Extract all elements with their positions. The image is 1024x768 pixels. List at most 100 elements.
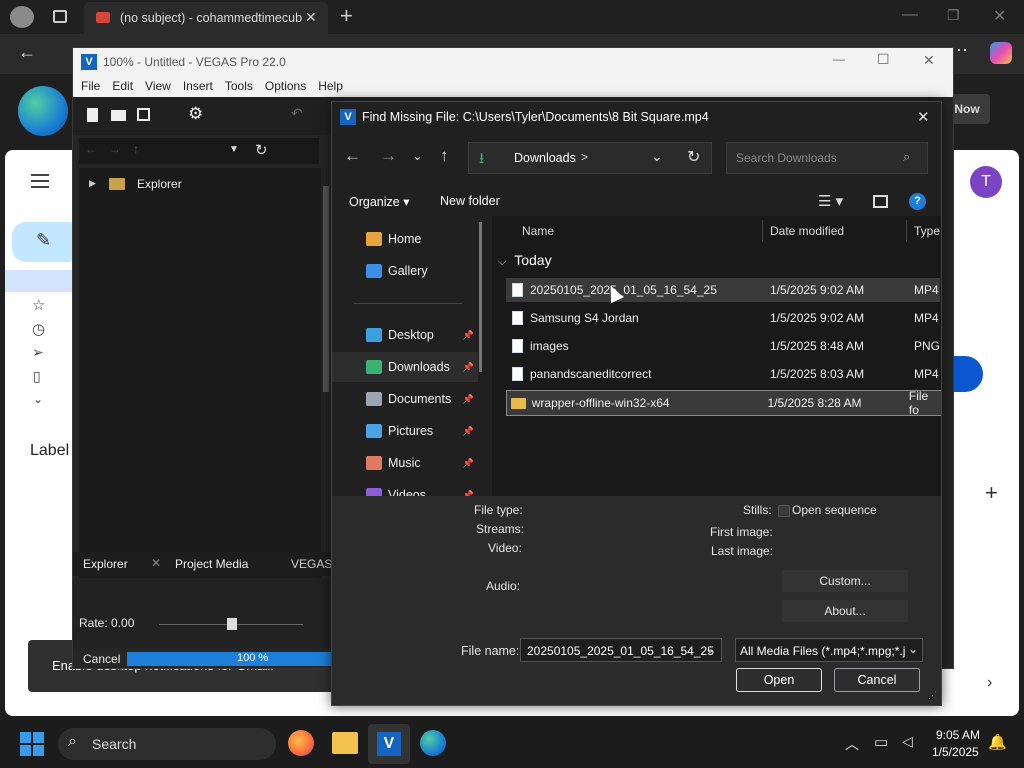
dialog-close-icon[interactable]: ✕ — [917, 108, 930, 126]
tab-actions-icon[interactable] — [53, 10, 67, 23]
recent-locations-icon[interactable]: ⌄ — [412, 148, 423, 164]
about-button[interactable]: About... — [782, 600, 908, 622]
file-row[interactable]: images 1/5/2025 8:48 AM PNG — [506, 334, 940, 358]
column-divider[interactable] — [762, 220, 763, 242]
rate-slider-thumb[interactable] — [227, 618, 237, 630]
edge-taskbar-icon[interactable] — [420, 730, 446, 756]
nav-music[interactable]: Music 📌 — [332, 448, 478, 478]
vegas-close-icon[interactable]: ✕ — [923, 52, 935, 69]
open-folder-icon[interactable] — [111, 110, 126, 121]
expand-more-icon[interactable]: ⌄ — [33, 392, 43, 406]
menu-tools[interactable]: Tools — [225, 79, 253, 93]
cancel-button[interactable]: Cancel — [834, 668, 920, 692]
send-icon[interactable]: ➢ — [32, 344, 44, 361]
menu-edit[interactable]: Edit — [112, 79, 133, 93]
tab-close-icon[interactable]: ✕ — [151, 556, 161, 570]
address-bar[interactable]: ⭳ Downloads > ⌄ ↻ — [468, 142, 712, 174]
tray-chevron-icon[interactable]: ︿ — [845, 734, 859, 754]
menu-help[interactable]: Help — [318, 79, 343, 93]
open-sequence-label[interactable]: Open sequence — [792, 503, 877, 517]
menu-icon[interactable] — [31, 174, 49, 188]
restore-icon[interactable]: ❐ — [947, 7, 960, 24]
vegas-taskbar-icon[interactable]: V — [368, 724, 410, 764]
new-project-icon[interactable] — [87, 108, 98, 122]
explorer-dropdown-icon[interactable]: ▼ — [229, 144, 239, 155]
tab-project-media[interactable]: Project Media — [175, 557, 248, 571]
group-header-today[interactable]: ⌵ Today — [498, 252, 552, 269]
address-dropdown-icon[interactable]: ⌄ — [651, 148, 663, 165]
vegas-minimize-icon[interactable]: — — [833, 52, 845, 66]
filter-dropdown-icon[interactable]: ⌄ — [908, 642, 919, 656]
browser-tab[interactable]: (no subject) - cohammedtimecub ✕ — [84, 2, 328, 34]
breadcrumb-downloads[interactable]: Downloads — [514, 151, 576, 165]
view-options-icon[interactable]: ☰ ▾ — [818, 192, 843, 210]
refresh-icon[interactable]: ↻ — [687, 147, 700, 167]
file-name-dropdown-icon[interactable]: ⌄ — [705, 642, 715, 656]
close-tab-icon[interactable]: ✕ — [305, 9, 317, 26]
file-type-filter[interactable]: All Media Files (*.mp4;*.mpg;*.j ⌄ — [735, 638, 923, 662]
explorer-forward-icon[interactable]: → — [109, 142, 121, 156]
start-windows-icon[interactable] — [20, 732, 44, 756]
inbox-row[interactable] — [5, 270, 77, 292]
explorer-up-icon[interactable]: ↑ — [133, 142, 139, 156]
tab-explorer[interactable]: Explorer — [83, 557, 128, 571]
profile-avatar[interactable] — [10, 6, 34, 28]
file-row[interactable]: Samsung S4 Jordan 1/5/2025 9:02 AM MP4 — [506, 306, 940, 330]
column-type[interactable]: Type — [914, 224, 940, 238]
clock-icon[interactable]: ◷ — [32, 320, 45, 338]
organize-button[interactable]: Organize ▾ — [349, 194, 409, 209]
nav-documents[interactable]: Documents 📌 — [332, 384, 478, 414]
close-icon[interactable]: ✕ — [993, 6, 1006, 26]
open-button[interactable]: Open — [736, 668, 822, 692]
dialog-forward-icon[interactable]: → — [380, 146, 397, 166]
file-name-input[interactable]: 20250105_2025_01_05_16_54_25 ⌄ — [520, 638, 722, 662]
menu-view[interactable]: View — [145, 79, 171, 93]
explorer-root-label[interactable]: Explorer — [137, 177, 182, 191]
column-date[interactable]: Date modified — [770, 224, 844, 238]
file-row[interactable]: panandscaneditcorrect 1/5/2025 8:03 AM MP4 — [506, 362, 940, 386]
clock-time[interactable]: 9:05 AM — [936, 728, 980, 742]
explorer-refresh-icon[interactable]: ↻ — [255, 141, 268, 159]
expand-arrow-icon[interactable]: ▶ — [89, 178, 96, 189]
clock-date[interactable]: 1/5/2025 — [932, 745, 979, 759]
undo-icon[interactable]: ↶ — [291, 105, 303, 122]
minimize-icon[interactable]: — — [902, 6, 918, 24]
search-box[interactable]: Search Downloads ⌕ — [726, 142, 928, 174]
back-icon[interactable]: ← — [18, 42, 36, 63]
folder-row[interactable]: wrapper-offline-win32-x64 1/5/2025 8:28 A… — [506, 389, 941, 417]
file-explorer-icon[interactable] — [332, 732, 358, 754]
notifications-bell-icon[interactable]: 🔔 — [988, 733, 1007, 751]
help-icon[interactable]: ? — [909, 193, 926, 210]
new-folder-button[interactable]: New folder — [440, 194, 500, 208]
nav-gallery[interactable]: Gallery — [332, 256, 478, 286]
tab-vegas[interactable]: VEGAS — [291, 557, 332, 571]
chevron-right-icon[interactable]: › — [987, 674, 992, 692]
account-avatar[interactable]: T — [970, 166, 1002, 198]
nav-pane-scrollbar[interactable] — [479, 222, 482, 372]
firefox-icon[interactable] — [288, 730, 314, 756]
menu-options[interactable]: Options — [265, 79, 306, 93]
add-icon[interactable]: + — [985, 480, 998, 506]
explorer-scrollbar[interactable] — [323, 186, 329, 392]
breadcrumb-separator[interactable]: > — [581, 150, 588, 164]
volume-icon[interactable]: ◁ — [902, 733, 913, 750]
column-name[interactable]: Name — [522, 224, 554, 238]
nav-desktop[interactable]: Desktop 📌 — [332, 320, 478, 350]
nav-pictures[interactable]: Pictures 📌 — [332, 416, 478, 446]
nav-downloads[interactable]: Downloads 📌 — [332, 352, 478, 382]
up-folder-icon[interactable]: ↑ — [440, 146, 449, 166]
preview-pane-icon[interactable] — [873, 195, 888, 208]
taskbar-search[interactable]: ⌕ Search — [58, 728, 276, 760]
open-sequence-checkbox[interactable] — [778, 505, 790, 517]
file-row[interactable]: 20250105_2025_01_05_16_54_25 1/5/2025 9:0… — [506, 278, 940, 302]
star-icon[interactable]: ☆ — [32, 296, 45, 314]
copilot-icon[interactable] — [990, 42, 1012, 64]
dialog-back-icon[interactable]: ← — [344, 146, 361, 166]
save-icon[interactable] — [137, 108, 150, 121]
draft-icon[interactable]: ▯ — [33, 368, 41, 385]
resize-grip-icon[interactable]: ⋰ — [928, 690, 937, 701]
column-divider[interactable] — [906, 220, 907, 242]
render-cancel-button[interactable]: Cancel — [83, 652, 120, 666]
menu-insert[interactable]: Insert — [183, 79, 213, 93]
custom-button[interactable]: Custom... — [782, 570, 908, 592]
